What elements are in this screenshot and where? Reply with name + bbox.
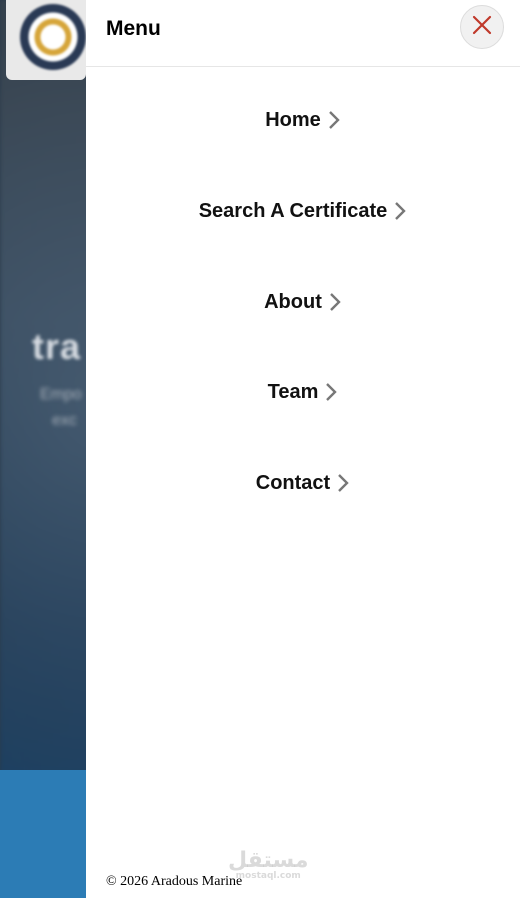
hero-subtext-line-1: Empo (40, 386, 82, 403)
chevron-right-icon (328, 291, 342, 313)
nav-item-home[interactable]: Home (86, 100, 520, 140)
footer-copyright: © 2026 Aradous Marine (106, 874, 243, 889)
drawer-title: Menu (106, 17, 161, 40)
nav-item-label: Search A Certificate (198, 199, 388, 222)
nav-item-label: Team (267, 380, 319, 403)
close-button[interactable] (460, 5, 504, 49)
nav-item-label: About (264, 290, 322, 313)
site-logo (20, 4, 86, 70)
close-icon (472, 15, 492, 40)
chevron-right-icon (336, 472, 350, 494)
watermark-arabic: مستقل (228, 848, 309, 873)
nav-item-team[interactable]: Team (86, 372, 520, 412)
chevron-right-icon (324, 381, 338, 403)
nav-item-search-certificate[interactable]: Search A Certificate (86, 191, 520, 231)
nav-item-label: Home (265, 108, 321, 131)
drawer-header: Menu (86, 0, 520, 67)
nav-item-label: Contact (255, 471, 331, 494)
background-section (0, 770, 86, 898)
nav-item-contact[interactable]: Contact (86, 463, 520, 503)
site-logo-container (6, 0, 86, 80)
nav-item-about[interactable]: About (86, 282, 520, 322)
chevron-right-icon (327, 109, 341, 131)
hero-heading: tra (32, 326, 82, 367)
chevron-right-icon (393, 200, 407, 222)
menu-drawer: Menu Home Search A Certificate About Tea… (86, 0, 520, 898)
hero-subtext-line-2: exc (52, 412, 77, 429)
